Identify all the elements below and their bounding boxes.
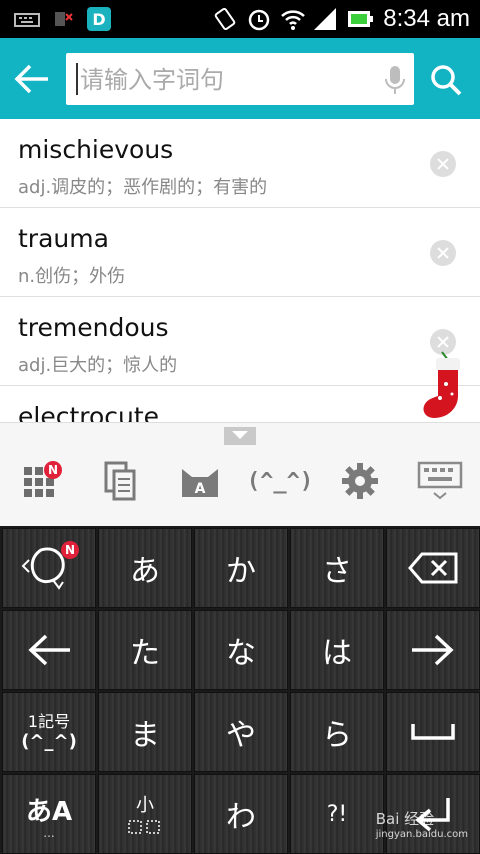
kana-key-ra[interactable]: ら — [290, 692, 384, 772]
history-list: mischievous adj.调皮的；恶作剧的；有害的 trauma n.创伤… — [0, 119, 480, 422]
battery-icon — [348, 11, 373, 27]
ime-toolbar: N A (^_^) — [0, 422, 480, 527]
history-definition: adj.巨大的；惊人的 — [18, 355, 178, 376]
kana-key-ma[interactable]: ま — [98, 692, 192, 772]
history-word: trauma — [18, 224, 109, 253]
app-d-icon: D — [87, 7, 111, 31]
backspace-key[interactable] — [386, 528, 480, 608]
kana-keyboard: N あ か さ た な は 1記号 (^_^) ま や ら あA ... 小 わ… — [0, 526, 480, 854]
search-box[interactable] — [66, 53, 414, 107]
settings-icon[interactable] — [334, 455, 386, 507]
history-definition: n.创伤；外伤 — [18, 266, 126, 287]
arrow-left-icon[interactable] — [12, 62, 52, 96]
cat-face-icon[interactable]: A — [174, 455, 226, 507]
kana-key-ya[interactable]: や — [194, 692, 288, 772]
history-row[interactable]: trauma n.创伤；外伤 — [0, 208, 480, 297]
history-word: tremendous — [18, 313, 169, 342]
small-kana-key[interactable]: 小 — [98, 774, 192, 854]
search-input[interactable] — [78, 53, 372, 107]
history-word: mischievous — [18, 135, 174, 164]
no-sim-icon — [55, 12, 73, 26]
search-icon[interactable] — [430, 64, 462, 96]
collapse-button[interactable] — [224, 427, 256, 445]
keyboard-hide-icon[interactable] — [414, 455, 466, 507]
watermark: Bai 经验 jingyan.baidu.com — [376, 808, 468, 840]
mic-icon[interactable] — [384, 65, 406, 95]
history-word: electrocute — [18, 402, 160, 422]
kana-key-sa[interactable]: さ — [290, 528, 384, 608]
delete-icon[interactable] — [430, 240, 456, 266]
alarm-icon — [248, 9, 270, 31]
history-row[interactable]: mischievous adj.调皮的；恶作剧的；有害的 — [0, 119, 480, 208]
space-key[interactable] — [386, 692, 480, 772]
emoji-switch-key[interactable]: N — [2, 528, 96, 608]
clock: 8:34 am — [383, 5, 470, 32]
kana-key-a[interactable]: あ — [98, 528, 192, 608]
mode-label: あA — [25, 796, 73, 827]
history-row[interactable]: tremendous adj.巨大的；惊人的 — [0, 297, 480, 386]
keyboard-icon — [14, 13, 40, 27]
notification-badge: N — [61, 541, 79, 559]
emoticon-icon[interactable]: (^_^) — [247, 455, 313, 507]
cat-label: A — [195, 481, 206, 497]
kana-key-wa[interactable]: わ — [194, 774, 288, 854]
cursor-left-key[interactable] — [2, 610, 96, 690]
symbol-key[interactable]: 1記号 (^_^) — [2, 692, 96, 772]
status-bar: D 8:34 am — [0, 0, 480, 38]
kana-key-ha[interactable]: は — [290, 610, 384, 690]
signal-icon — [314, 8, 336, 30]
delete-icon[interactable] — [430, 151, 456, 177]
mode-switch-key[interactable]: あA ... — [2, 774, 96, 854]
punctuation-key[interactable]: ?! — [290, 774, 384, 854]
svg-text:D: D — [92, 10, 105, 29]
cursor-right-key[interactable] — [386, 610, 480, 690]
clipboard-icon[interactable] — [94, 455, 146, 507]
watermark-url: jingyan.baidu.com — [375, 829, 468, 840]
menu-grid-icon[interactable]: N — [14, 455, 66, 507]
stocking-icon[interactable] — [420, 350, 468, 422]
wifi-icon — [281, 10, 305, 30]
symbol-key-emoticon: (^_^) — [21, 731, 77, 752]
watermark-brand: Bai 经验 — [375, 810, 435, 828]
kana-key-ta[interactable]: た — [98, 610, 192, 690]
history-row[interactable]: electrocute — [0, 386, 480, 422]
kana-key-ka[interactable]: か — [194, 528, 288, 608]
notification-badge: N — [44, 461, 62, 479]
symbol-key-label: 1記号 — [27, 712, 71, 731]
rotate-icon — [214, 7, 236, 31]
mode-dots: ... — [43, 825, 55, 840]
search-header — [0, 38, 480, 119]
history-definition: adj.调皮的；恶作剧的；有害的 — [18, 177, 268, 198]
small-kana-label: 小 — [136, 795, 154, 816]
kana-key-na[interactable]: な — [194, 610, 288, 690]
